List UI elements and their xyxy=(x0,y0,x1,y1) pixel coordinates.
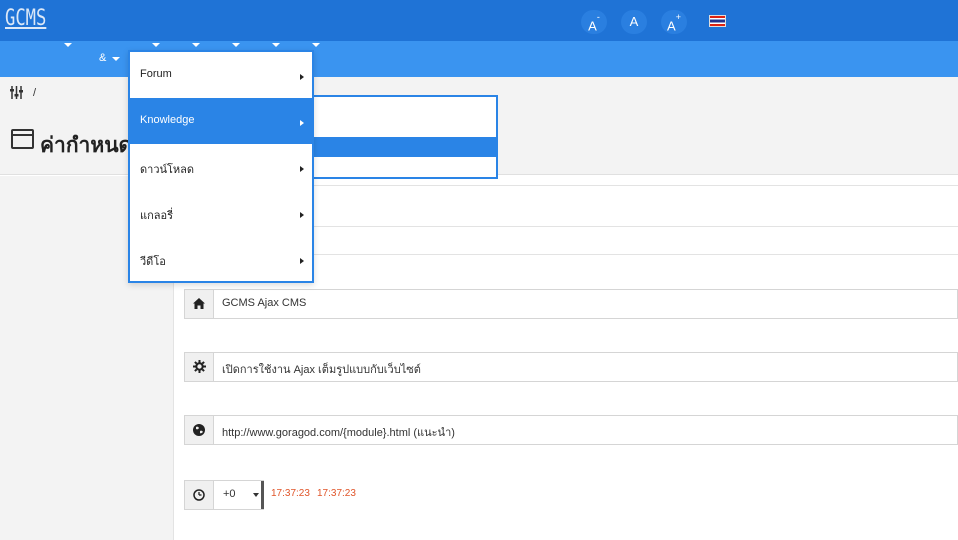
font-size-increase-button[interactable]: A+ xyxy=(661,10,687,34)
nav-item-6-caret-icon[interactable] xyxy=(312,43,320,47)
home-icon xyxy=(185,290,214,318)
timezone-value: +0 xyxy=(223,488,236,500)
nav-item-3-caret-icon[interactable] xyxy=(192,43,200,47)
submenu-item[interactable] xyxy=(314,157,496,177)
page-title: ค่ากำหนด xyxy=(40,134,133,157)
nav-item-1-caret-icon[interactable] xyxy=(64,43,72,47)
window-icon xyxy=(11,129,34,149)
nav-item-amp-caret-icon[interactable] xyxy=(112,57,120,61)
ajax-mode-select[interactable]: เปิดการใช้งาน Ajax เต็มรูปแบบกับเว็บไซต์ xyxy=(184,352,958,382)
chevron-right-icon xyxy=(300,166,304,172)
menu-item-download[interactable]: ดาวน์โหลด xyxy=(130,144,312,190)
nav-item-4-caret-icon[interactable] xyxy=(232,43,240,47)
thai-flag-icon[interactable] xyxy=(709,15,726,27)
site-title-field[interactable]: GCMS Ajax CMS xyxy=(184,289,958,319)
submenu-item-active[interactable] xyxy=(314,137,496,157)
settings-sliders-icon[interactable] xyxy=(10,86,23,103)
site-logo[interactable]: GCMS xyxy=(5,6,46,31)
chevron-right-icon xyxy=(300,212,304,218)
clock-icon xyxy=(185,481,214,509)
nav-item-amp[interactable]: & xyxy=(99,52,106,64)
menu-item-label: วีดีโอ xyxy=(140,256,166,268)
menu-item-label: Forum xyxy=(140,68,172,80)
top-header: GCMS A- A A+ xyxy=(0,0,958,41)
menu-item-label: ดาวน์โหลด xyxy=(140,164,195,176)
select-edge xyxy=(261,481,264,509)
chevron-right-icon xyxy=(300,74,304,80)
submenu-item[interactable] xyxy=(314,117,496,137)
chevron-right-icon xyxy=(300,258,304,264)
ajax-mode-value: เปิดการใช้งาน Ajax เต็มรูปแบบกับเว็บไซต์ xyxy=(222,364,421,376)
breadcrumb-separator: / xyxy=(33,87,37,99)
font-size-normal-button[interactable]: A xyxy=(621,10,647,34)
timezone-select[interactable]: +0 xyxy=(184,480,264,510)
knowledge-submenu xyxy=(312,95,498,179)
menu-item-video[interactable]: วีดีโอ xyxy=(130,236,312,282)
url-format-value: http://www.goragod.com/{module}.html (แน… xyxy=(222,427,455,439)
server-time: 17:37:23 xyxy=(271,488,310,499)
menu-item-knowledge[interactable]: Knowledge xyxy=(130,98,312,144)
gear-icon xyxy=(185,353,214,381)
module-dropdown-menu: Forum Knowledge ดาวน์โหลด แกลอรี่ วีดีโอ xyxy=(128,50,314,283)
font-size-decrease-button[interactable]: A- xyxy=(581,10,607,34)
menu-item-label: Knowledge xyxy=(140,114,195,126)
menu-item-gallery[interactable]: แกลอรี่ xyxy=(130,190,312,236)
site-title-value: GCMS Ajax CMS xyxy=(222,297,307,309)
nav-item-2-caret-icon[interactable] xyxy=(152,43,160,47)
chevron-right-icon xyxy=(300,120,304,126)
nav-item-5-caret-icon[interactable] xyxy=(272,43,280,47)
menu-item-forum[interactable]: Forum xyxy=(130,52,312,98)
menu-item-label: แกลอรี่ xyxy=(140,210,174,222)
url-format-select[interactable]: http://www.goragod.com/{module}.html (แน… xyxy=(184,415,958,445)
chevron-down-icon[interactable] xyxy=(253,493,259,497)
globe-icon xyxy=(185,416,214,444)
local-time: 17:37:23 xyxy=(317,488,356,499)
